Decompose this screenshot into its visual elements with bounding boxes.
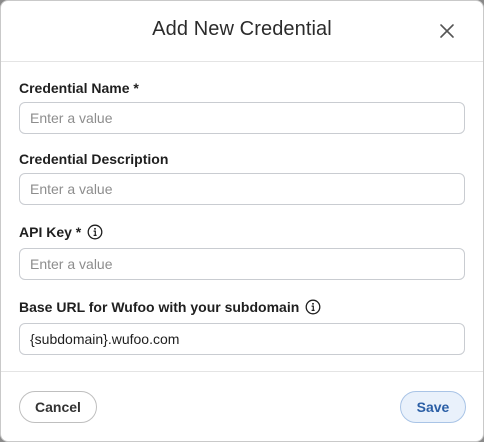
credential-description-label: Credential Description (19, 151, 168, 167)
base-url-label-text: Base URL for Wufoo with your subdomain (19, 299, 300, 315)
credential-name-label: Credential Name * (19, 80, 139, 96)
save-button[interactable]: Save (400, 391, 466, 423)
info-icon[interactable] (87, 224, 103, 240)
credential-description-label-text: Credential Description (19, 151, 169, 167)
credential-name-label-text: Credential Name * (19, 80, 139, 96)
dialog-title: Add New Credential (152, 18, 332, 40)
base-url-label: Base URL for Wufoo with your subdomain (19, 299, 321, 315)
close-button[interactable] (437, 21, 457, 41)
api-key-input[interactable] (19, 248, 465, 280)
cancel-button[interactable]: Cancel (19, 391, 97, 423)
base-url-input[interactable] (19, 323, 465, 355)
add-credential-dialog: Add New Credential Credential Name * Cre… (0, 0, 484, 442)
close-icon (440, 24, 454, 38)
info-icon[interactable] (305, 299, 321, 315)
dialog-footer: Cancel Save (1, 371, 483, 441)
api-key-label: API Key * (19, 224, 103, 240)
api-key-label-text: API Key * (19, 224, 82, 240)
credential-name-input[interactable] (19, 102, 465, 134)
dialog-header: Add New Credential (1, 1, 483, 62)
credential-description-input[interactable] (19, 173, 465, 205)
